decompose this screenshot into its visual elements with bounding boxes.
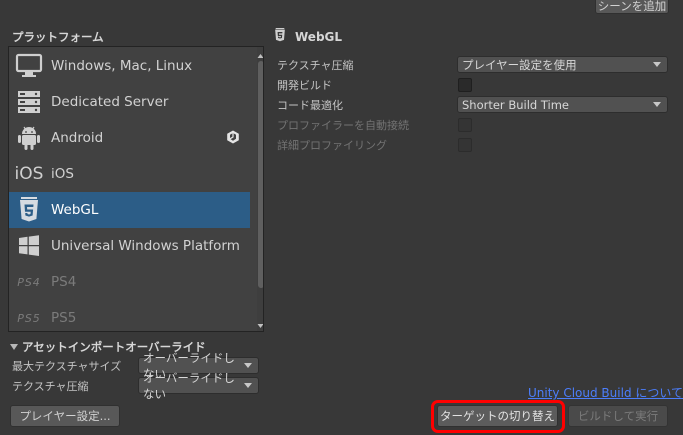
- dropdown-value: オーバーライドしない: [143, 370, 235, 401]
- platform-settings-title: WebGL: [295, 29, 343, 44]
- platform-settings-header: WebGL: [274, 28, 342, 45]
- platform-item-label: Dedicated Server: [51, 94, 169, 110]
- texture-compression-label: テクスチャ圧縮: [277, 59, 354, 72]
- chevron-down-icon: [244, 383, 252, 388]
- platform-section-title: プラットフォーム: [12, 30, 104, 44]
- ios-icon: iOS: [12, 156, 46, 192]
- foldout-arrow-icon[interactable]: [10, 344, 18, 350]
- platform-item-label: Android: [51, 130, 104, 146]
- chevron-down-icon: [653, 102, 661, 107]
- platform-list: Windows, Mac, Linux Dedicated Server And…: [8, 46, 264, 332]
- chevron-down-icon: [653, 62, 661, 67]
- scroll-down-arrow-icon[interactable]: [257, 319, 263, 328]
- player-settings-button[interactable]: プレイヤー設定...: [10, 405, 120, 427]
- ps4-icon: PS4: [12, 264, 46, 300]
- override-texture-compression-label: テクスチャ圧縮: [12, 380, 89, 393]
- scrollbar-thumb[interactable]: [258, 61, 263, 288]
- monitor-icon: [12, 48, 46, 84]
- max-texture-size-label: 最大テクスチャサイズ: [12, 360, 122, 373]
- platform-item-uwp[interactable]: Universal Windows Platform: [9, 228, 250, 264]
- platform-item-dedicated-server[interactable]: Dedicated Server: [9, 84, 250, 120]
- ps5-icon: PS5: [12, 300, 46, 331]
- platform-item-label: iOS: [51, 166, 74, 182]
- development-build-checkbox[interactable]: [458, 78, 472, 92]
- html5-icon: [274, 28, 286, 45]
- html5-icon: [12, 192, 46, 228]
- chevron-down-icon: [244, 363, 252, 368]
- dropdown-value: Shorter Build Time: [462, 97, 569, 112]
- platform-item-android[interactable]: Android: [9, 120, 250, 156]
- texture-compression-dropdown[interactable]: プレイヤー設定を使用: [457, 56, 668, 73]
- ios-icon-text: iOS: [14, 164, 44, 184]
- unity-logo-icon: [226, 130, 240, 147]
- add-scene-button[interactable]: シーンを追加: [595, 0, 669, 14]
- server-icon: [12, 84, 46, 120]
- platform-item-label: PS4: [51, 274, 77, 290]
- override-texture-compression-dropdown[interactable]: オーバーライドしない: [138, 371, 259, 401]
- unity-cloud-build-link[interactable]: Unity Cloud Build について: [528, 384, 683, 401]
- platform-item-label: PS5: [51, 310, 77, 326]
- platform-item-label: WebGL: [51, 202, 99, 218]
- development-build-label: 開発ビルド: [277, 79, 332, 92]
- deep-profiling-label: 詳細プロファイリング: [277, 139, 387, 152]
- platform-list-scrollbar[interactable]: [257, 47, 263, 331]
- platform-item-ios[interactable]: iOS iOS: [9, 156, 250, 192]
- code-optimization-dropdown[interactable]: Shorter Build Time: [457, 96, 668, 113]
- build-and-run-button[interactable]: ビルドして実行: [568, 405, 668, 427]
- android-icon: [12, 120, 46, 156]
- platform-item-ps4[interactable]: PS4 PS4: [9, 264, 250, 300]
- deep-profiling-checkbox[interactable]: [458, 138, 472, 152]
- switch-platform-button[interactable]: ターゲットの切り替え: [437, 405, 558, 427]
- dropdown-value: プレイヤー設定を使用: [462, 57, 577, 72]
- code-optimization-label: コード最適化: [277, 99, 343, 112]
- platform-item-webgl[interactable]: WebGL: [9, 192, 250, 228]
- platform-item-label: Universal Windows Platform: [51, 238, 240, 254]
- platform-item-ps5[interactable]: PS5 PS5: [9, 300, 250, 331]
- autoconnect-profiler-label: プロファイラーを自動接続: [277, 119, 409, 132]
- autoconnect-profiler-checkbox[interactable]: [458, 118, 472, 132]
- ps5-icon-text: PS5: [17, 311, 41, 325]
- platform-item-label: Windows, Mac, Linux: [51, 58, 193, 74]
- ps4-icon-text: PS4: [17, 275, 41, 289]
- windows-icon: [12, 228, 46, 264]
- platform-item-windows-mac-linux[interactable]: Windows, Mac, Linux: [9, 48, 250, 84]
- scroll-up-arrow-icon[interactable]: [257, 49, 263, 58]
